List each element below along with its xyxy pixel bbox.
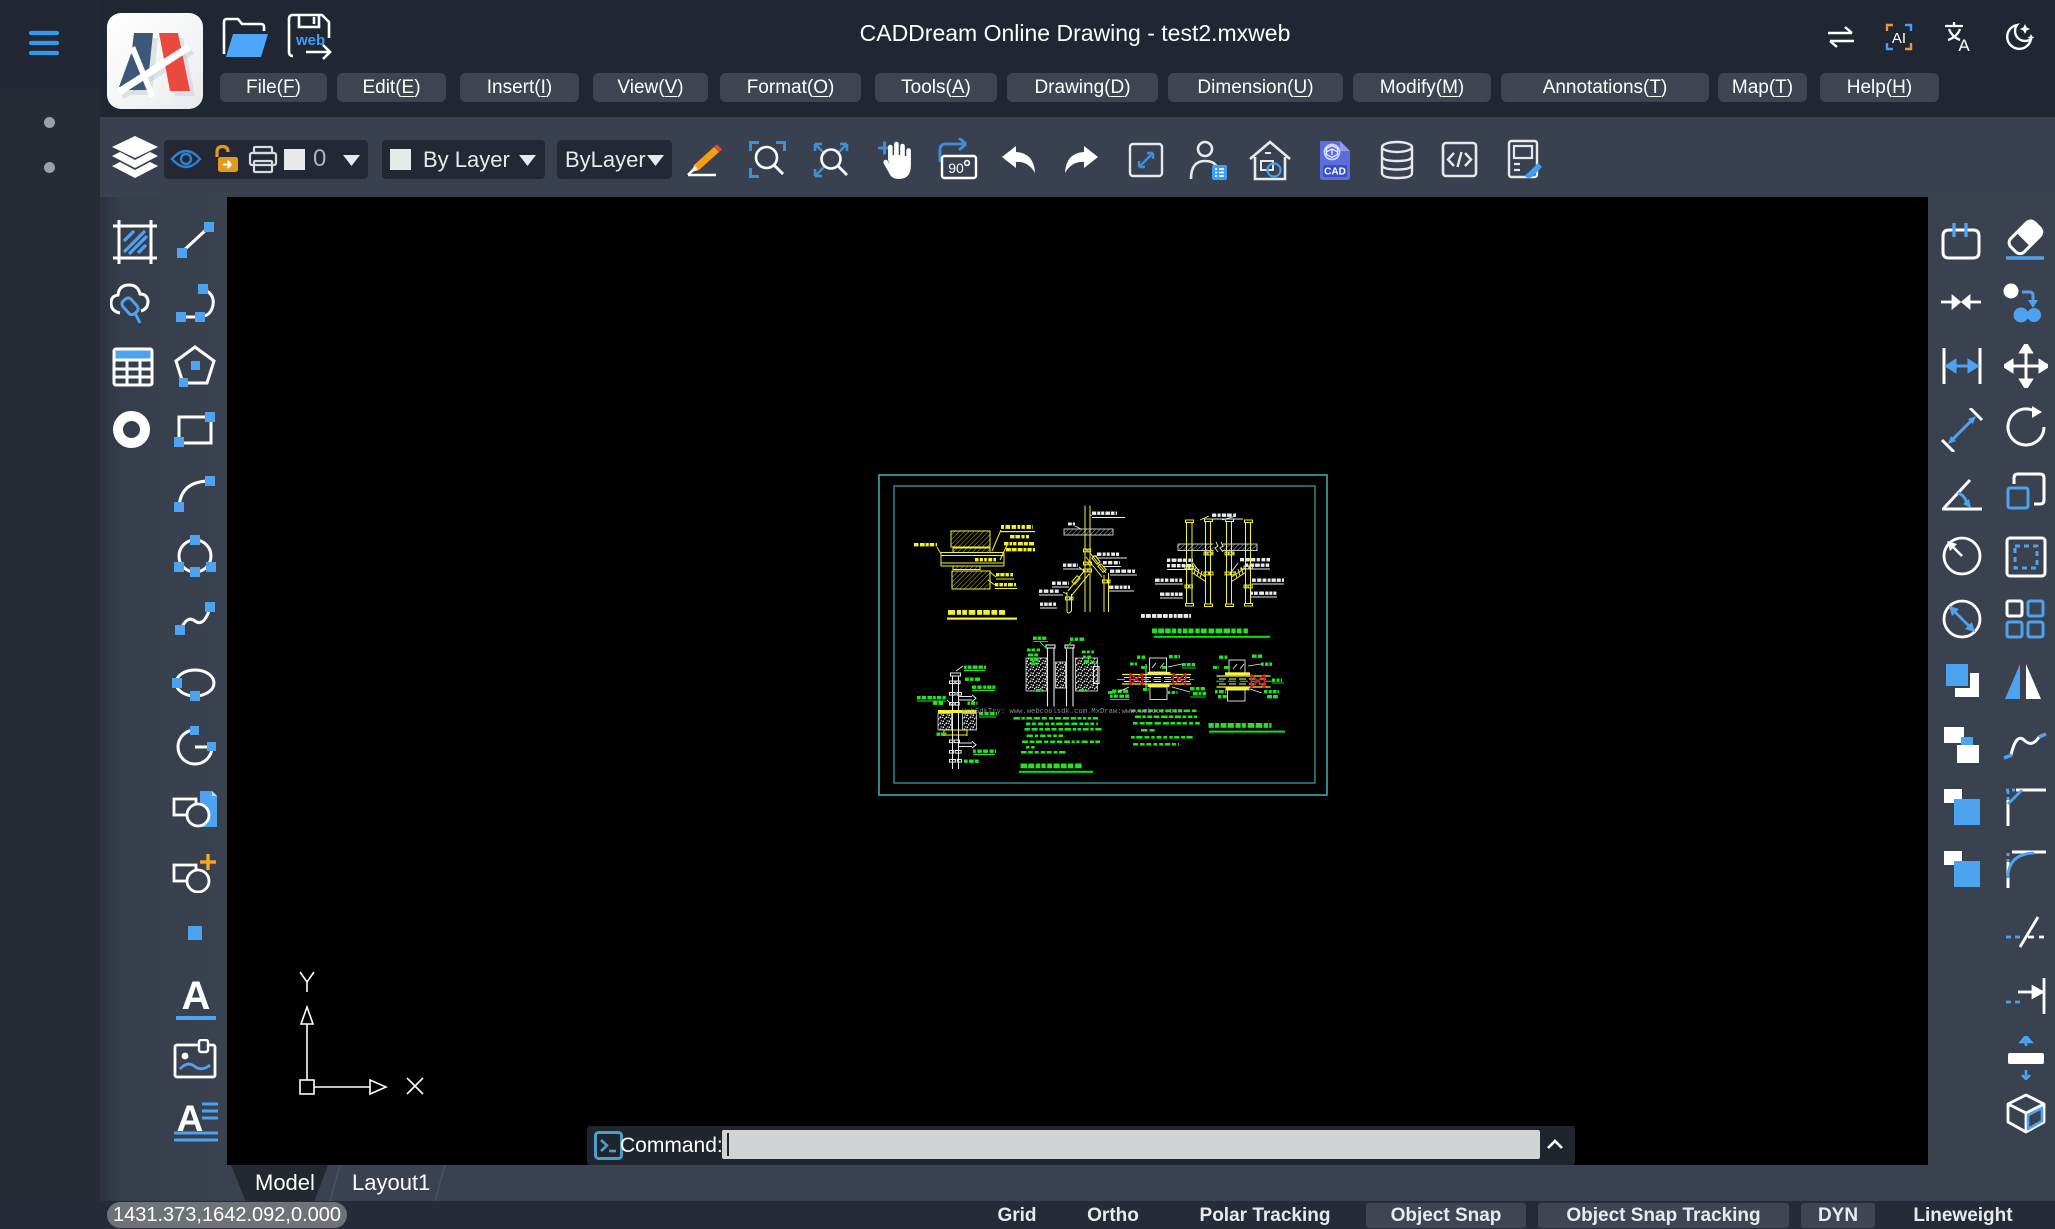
svg-text:AI: AI xyxy=(1892,30,1906,47)
svg-text:WebSdkTry: www.webcoolsdk.com.: WebSdkTry: www.webcoolsdk.com.MxDraw:www… xyxy=(962,708,1182,716)
svg-text:A: A xyxy=(1958,36,1970,53)
svg-text:90: 90 xyxy=(948,160,964,176)
svg-text:web: web xyxy=(295,32,325,49)
svg-text:CAD: CAD xyxy=(1324,167,1346,178)
